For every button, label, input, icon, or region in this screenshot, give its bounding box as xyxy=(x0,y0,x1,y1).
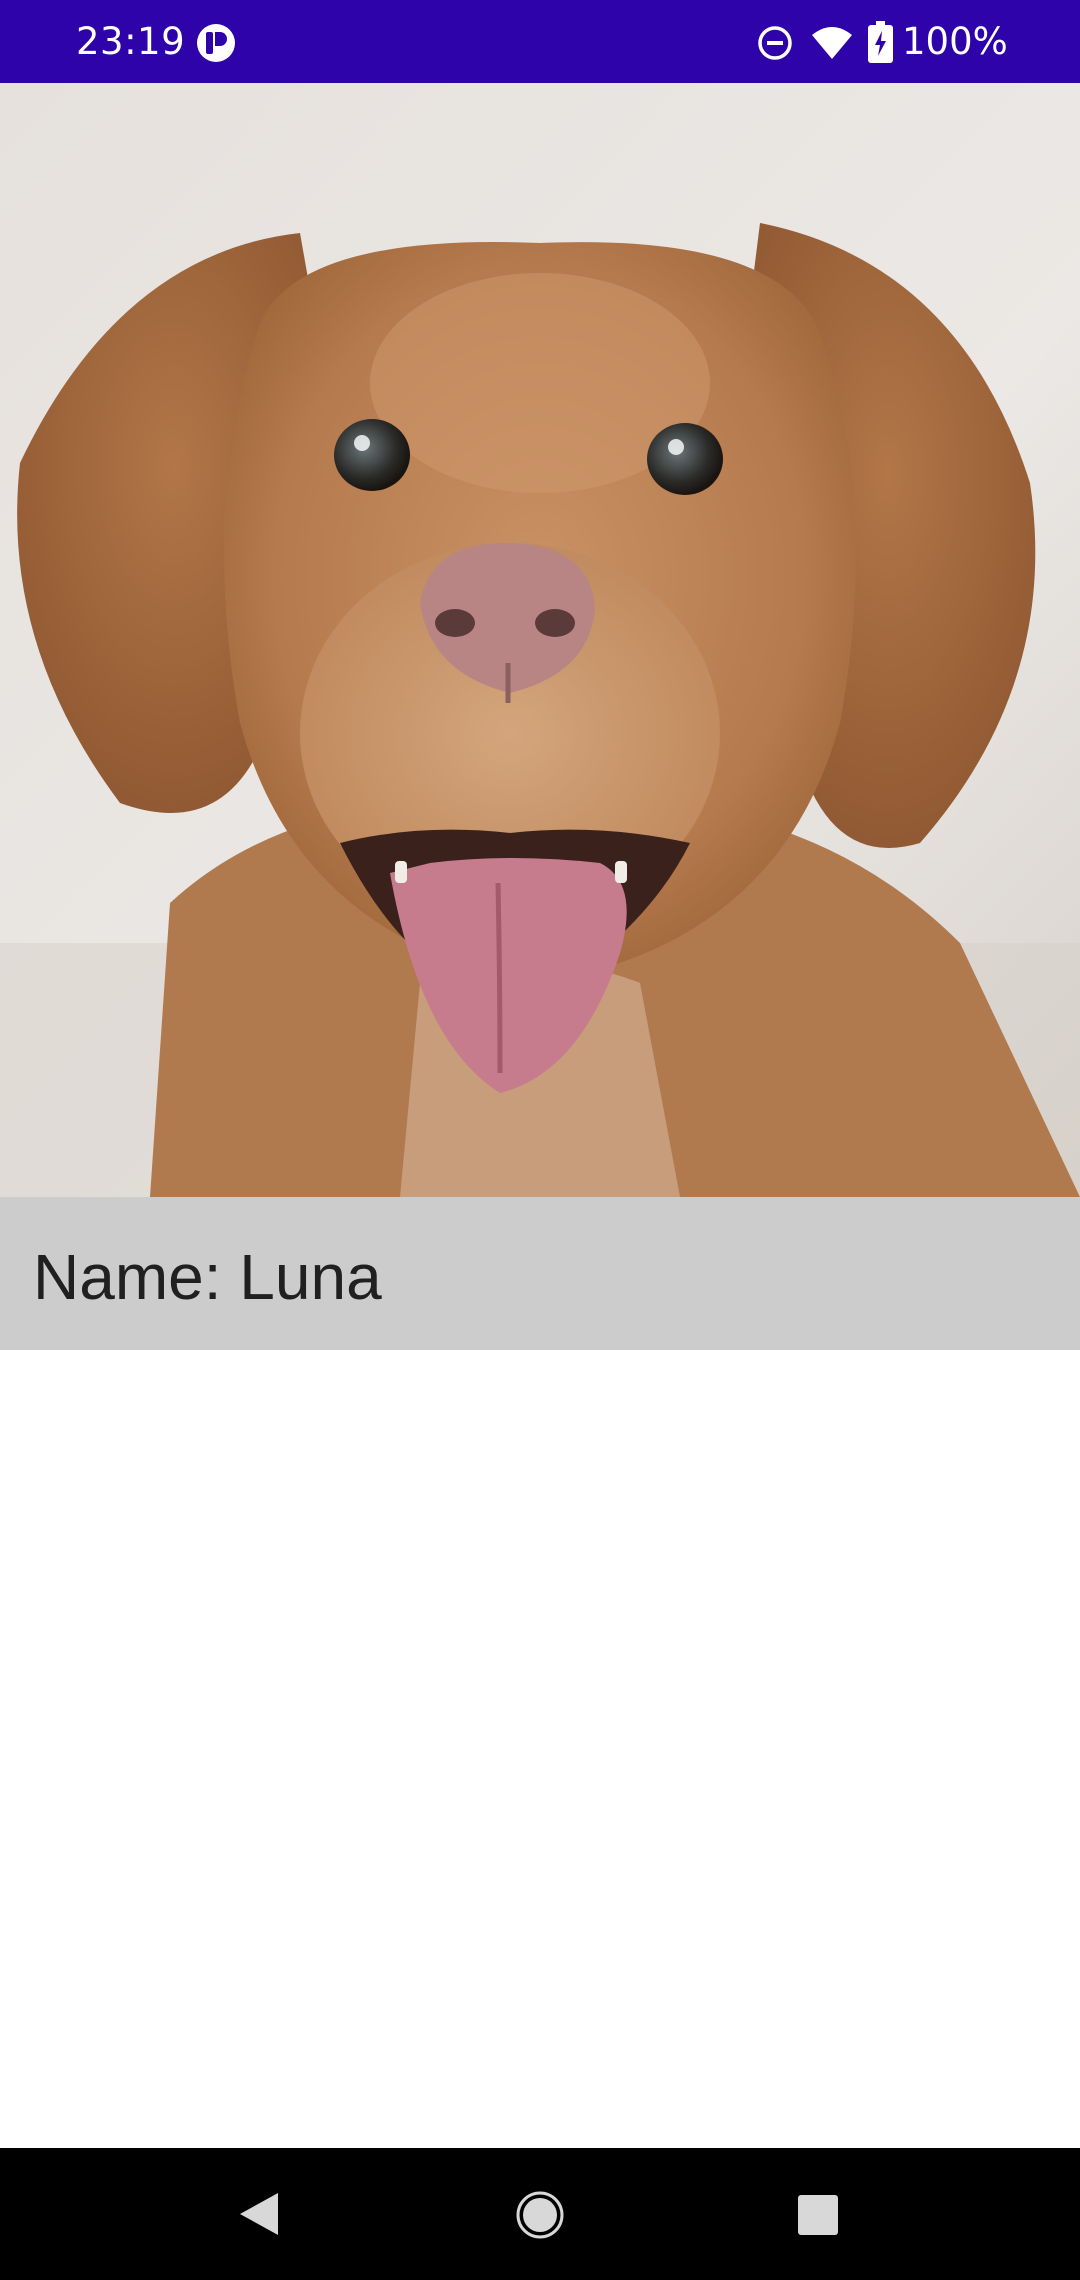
status-time: 23:19 xyxy=(76,20,186,63)
name-row: Name: Luna xyxy=(0,1197,1080,1350)
pet-name-label: Name: Luna xyxy=(33,1241,382,1313)
dog-photo xyxy=(0,83,1080,1197)
content-area xyxy=(0,1350,1080,2148)
status-bar: 23:19 100% xyxy=(0,0,1080,83)
recents-icon[interactable] xyxy=(797,2194,839,2236)
do-not-disturb-icon xyxy=(758,26,792,60)
battery-charging-icon xyxy=(868,21,893,63)
app-notification-icon xyxy=(197,24,235,62)
wifi-icon xyxy=(812,27,852,59)
home-icon[interactable] xyxy=(515,2190,565,2240)
battery-percentage: 100% xyxy=(902,20,1008,63)
back-icon[interactable] xyxy=(236,2191,280,2237)
